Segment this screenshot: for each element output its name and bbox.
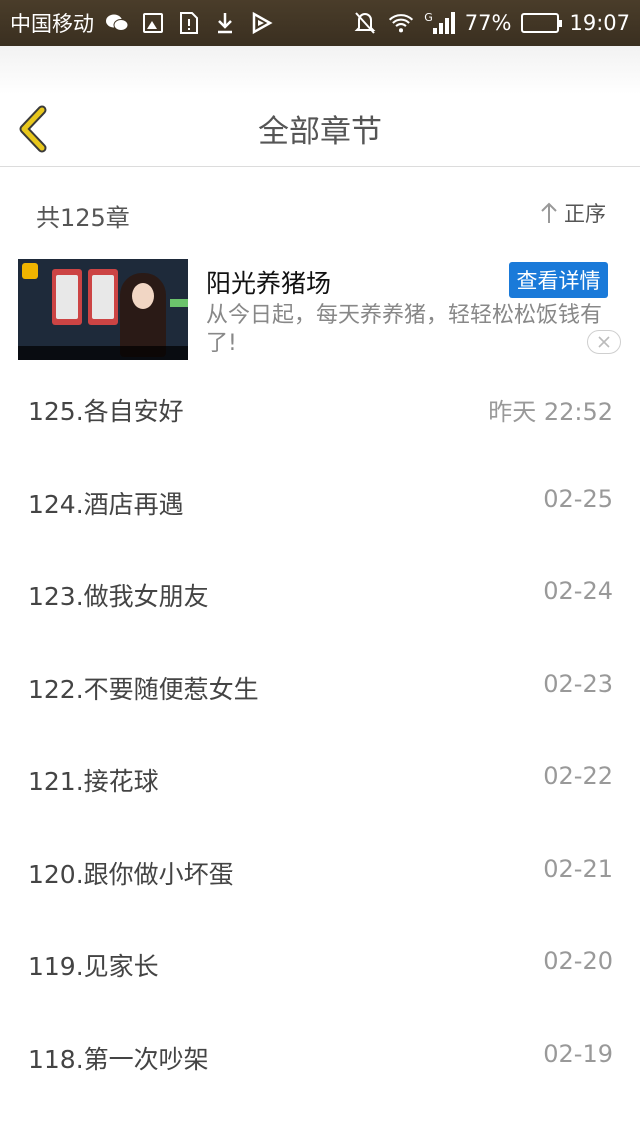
cell-signal: G (424, 12, 455, 34)
chapter-date: 02-22 (543, 762, 613, 790)
chapter-title: 119.见家长 (28, 952, 159, 981)
chapter-date: 02-23 (543, 669, 613, 698)
chapter-date: 02-21 (543, 854, 613, 883)
page-title: 全部章节 (258, 114, 382, 150)
chapter-date: 02-19 (543, 1039, 613, 1068)
status-bar: 中国移动 G 77% 19:07 (0, 0, 640, 46)
chapter-row[interactable]: 121.接花球 02-22 (0, 734, 640, 827)
mute-icon (352, 10, 378, 36)
wechat-icon (104, 10, 130, 36)
chapter-date: 02-24 (543, 577, 613, 605)
chapter-title: 122.不要随便惹女生 (28, 674, 259, 704)
ad-details-button[interactable]: 查看详情 (509, 262, 608, 298)
status-right: G 77% 19:07 (352, 10, 630, 36)
signal-icon (432, 12, 455, 34)
ad-banner[interactable]: 阳光养猪场 查看详情 从今日起，每天养养猪，轻轻松松饭钱有了! (0, 254, 640, 366)
chapter-list: 125.各自安好 昨天 22:52 124.酒店再遇 02-25 123.做我女… (0, 364, 640, 1104)
chapter-row[interactable]: 119.见家长 02-20 (0, 919, 640, 1012)
battery-icon (521, 13, 563, 33)
sort-order-button[interactable]: 正序 (540, 198, 606, 228)
ad-title: 阳光养猪场 (206, 269, 332, 298)
ad-thumbnail (18, 259, 188, 360)
chapter-title: 123.做我女朋友 (28, 582, 209, 611)
chapter-row[interactable]: 125.各自安好 昨天 22:52 (0, 364, 640, 457)
network-type: G (424, 11, 433, 24)
carrier-label: 中国移动 (10, 12, 94, 36)
chapter-row[interactable]: 120.跟你做小坏蛋 02-21 (0, 827, 640, 920)
ad-close-button[interactable] (587, 330, 621, 354)
chapter-title: 125.各自安好 (28, 397, 184, 426)
chapter-title: 120.跟你做小坏蛋 (28, 859, 234, 889)
clock: 19:07 (569, 11, 630, 35)
chapter-date: 02-20 (543, 947, 613, 975)
image-icon (140, 10, 166, 36)
wifi-icon (388, 10, 414, 36)
chapter-title: 124.酒店再遇 (28, 489, 184, 519)
app-header: 全部章节 (0, 46, 640, 167)
chapter-date: 02-25 (543, 484, 613, 513)
play-store-icon (248, 10, 274, 36)
ad-description: 从今日起，每天养养猪，轻轻松松饭钱有了! (206, 303, 603, 356)
sort-order-label: 正序 (564, 202, 606, 226)
download-icon (212, 10, 238, 36)
chapter-row[interactable]: 122.不要随便惹女生 02-23 (0, 642, 640, 735)
battery-percent: 77% (464, 11, 512, 35)
status-left: 中国移动 (10, 8, 274, 38)
close-icon (598, 336, 610, 348)
chapter-row[interactable]: 124.酒店再遇 02-25 (0, 457, 640, 550)
arrow-up-icon (541, 202, 557, 223)
sim-warning-icon (176, 10, 202, 36)
chapter-summary: 共125章 正序 (0, 168, 640, 252)
chapter-row[interactable]: 123.做我女朋友 02-24 (0, 549, 640, 642)
chapter-date: 昨天 22:52 (488, 398, 613, 426)
chapter-row[interactable]: 118.第一次吵架 02-19 (0, 1012, 640, 1105)
chapter-title: 121.接花球 (28, 767, 159, 796)
chapter-title: 118.第一次吵架 (28, 1044, 209, 1074)
chapter-count: 共125章 (36, 204, 130, 232)
